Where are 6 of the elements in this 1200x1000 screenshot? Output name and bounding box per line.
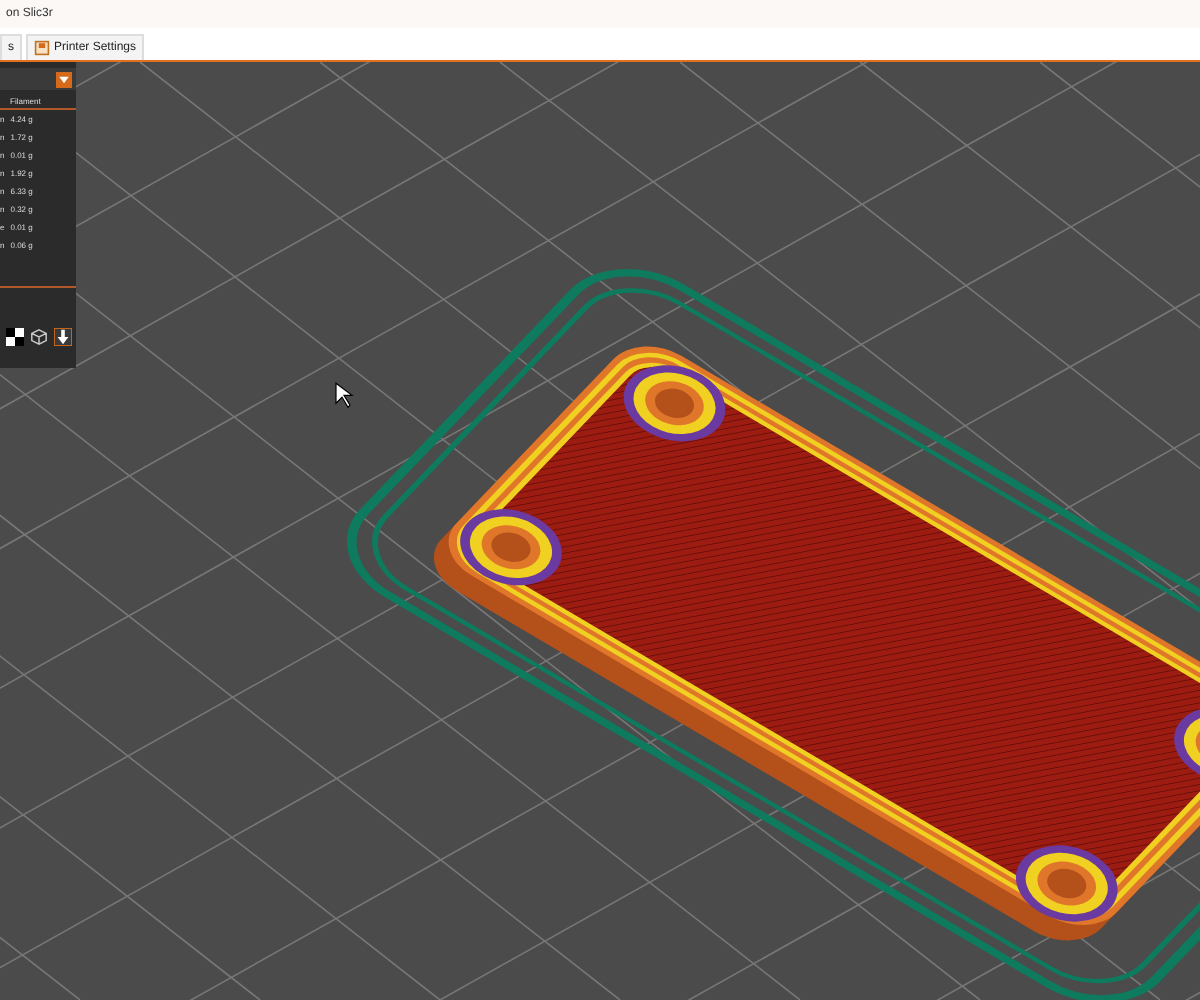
mouse-cursor-icon (335, 382, 354, 409)
cube-icon[interactable] (30, 328, 48, 346)
preset-dropdown[interactable] (0, 68, 76, 90)
caret-icon (56, 71, 72, 87)
download-icon[interactable] (54, 328, 72, 346)
checker-icon[interactable] (6, 328, 24, 346)
